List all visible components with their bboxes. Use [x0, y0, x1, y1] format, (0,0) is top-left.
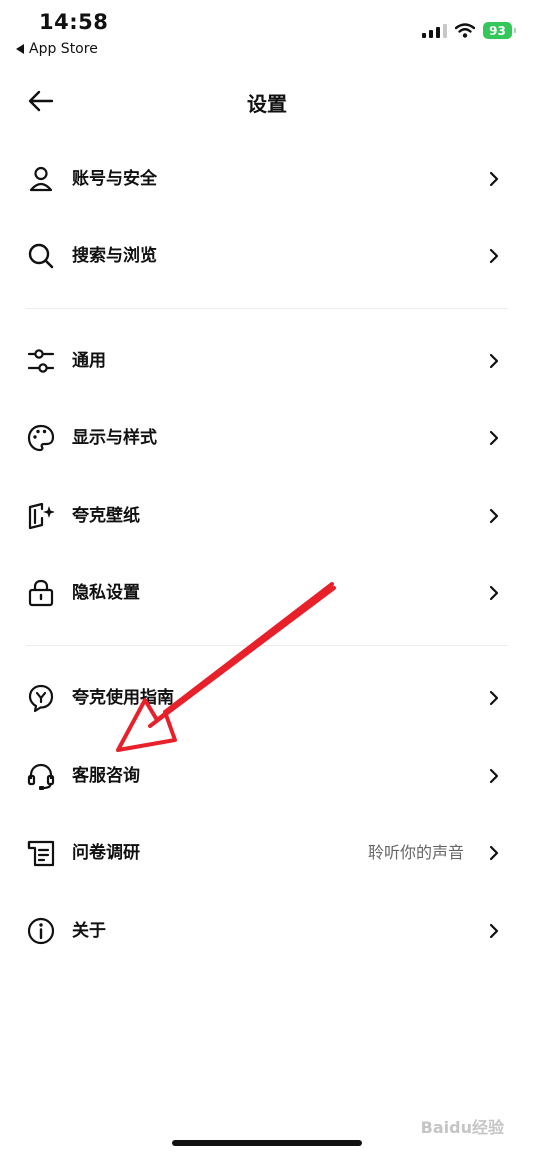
settings-item-search-browse[interactable]: 搜索与浏览 [0, 217, 534, 293]
back-app-label: App Store [29, 41, 98, 57]
settings-item-label: 通用 [72, 351, 106, 371]
chevron-right-icon [489, 248, 499, 264]
battery-level: 93 [489, 23, 506, 38]
settings-item-label: 隐私设置 [72, 583, 140, 603]
info-icon [27, 917, 55, 945]
settings-item-label: 搜索与浏览 [72, 246, 157, 266]
settings-item-display-style[interactable]: 显示与样式 [0, 399, 534, 475]
nav-bar: 设置 [0, 70, 534, 132]
settings-item-general[interactable]: 通用 [0, 322, 534, 398]
status-time: 14:58 [39, 10, 109, 34]
settings-item-user-guide[interactable]: 夸克使用指南 [0, 659, 534, 735]
sliders-icon [27, 349, 55, 373]
page-title: 设置 [247, 92, 287, 116]
watermark: Baidu经验 [420, 1118, 504, 1137]
settings-item-label: 问卷调研 [72, 843, 140, 863]
settings-item-account-security[interactable]: 账号与安全 [0, 140, 534, 216]
settings-item-value: 聆听你的声音 [367, 843, 464, 862]
settings-item-label: 账号与安全 [72, 169, 157, 189]
section-divider [26, 308, 508, 309]
headset-icon [27, 763, 55, 790]
chevron-right-icon [489, 508, 499, 524]
settings-item-wallpaper[interactable]: 夸克壁纸 [0, 477, 534, 553]
wifi-icon [455, 23, 475, 38]
home-indicator[interactable] [172, 1140, 362, 1146]
settings-item-customer-service[interactable]: 客服咨询 [0, 737, 534, 813]
chevron-right-icon [489, 430, 499, 446]
settings-item-label: 客服咨询 [72, 766, 140, 786]
chevron-right-icon [489, 845, 499, 861]
lock-icon [28, 579, 54, 607]
settings-item-label: 夸克使用指南 [72, 688, 174, 708]
back-to-app-store-link[interactable]: App Store [16, 41, 98, 57]
battery-icon: 93 [483, 22, 516, 39]
cellular-signal-icon [422, 23, 447, 38]
status-bar: 14:58 App Store 93 [0, 0, 534, 70]
chevron-right-icon [489, 171, 499, 187]
back-triangle-icon [16, 44, 24, 54]
wallpaper-icon [28, 502, 55, 530]
chevron-right-icon [489, 353, 499, 369]
settings-item-privacy[interactable]: 隐私设置 [0, 554, 534, 630]
survey-icon [27, 840, 55, 867]
palette-icon [27, 424, 55, 452]
user-icon [29, 166, 53, 192]
settings-item-label: 夸克壁纸 [72, 506, 140, 526]
settings-item-survey[interactable]: 问卷调研 聆听你的声音 [0, 814, 534, 890]
status-indicators: 93 [422, 22, 516, 39]
chevron-right-icon [489, 585, 499, 601]
section-divider [26, 645, 508, 646]
chevron-right-icon [489, 768, 499, 784]
chevron-right-icon [489, 923, 499, 939]
settings-item-label: 关于 [72, 921, 106, 941]
bulb-icon [28, 684, 54, 713]
search-icon [28, 243, 54, 269]
settings-item-about[interactable]: 关于 [0, 892, 534, 968]
settings-item-label: 显示与样式 [72, 428, 157, 448]
chevron-right-icon [489, 690, 499, 706]
